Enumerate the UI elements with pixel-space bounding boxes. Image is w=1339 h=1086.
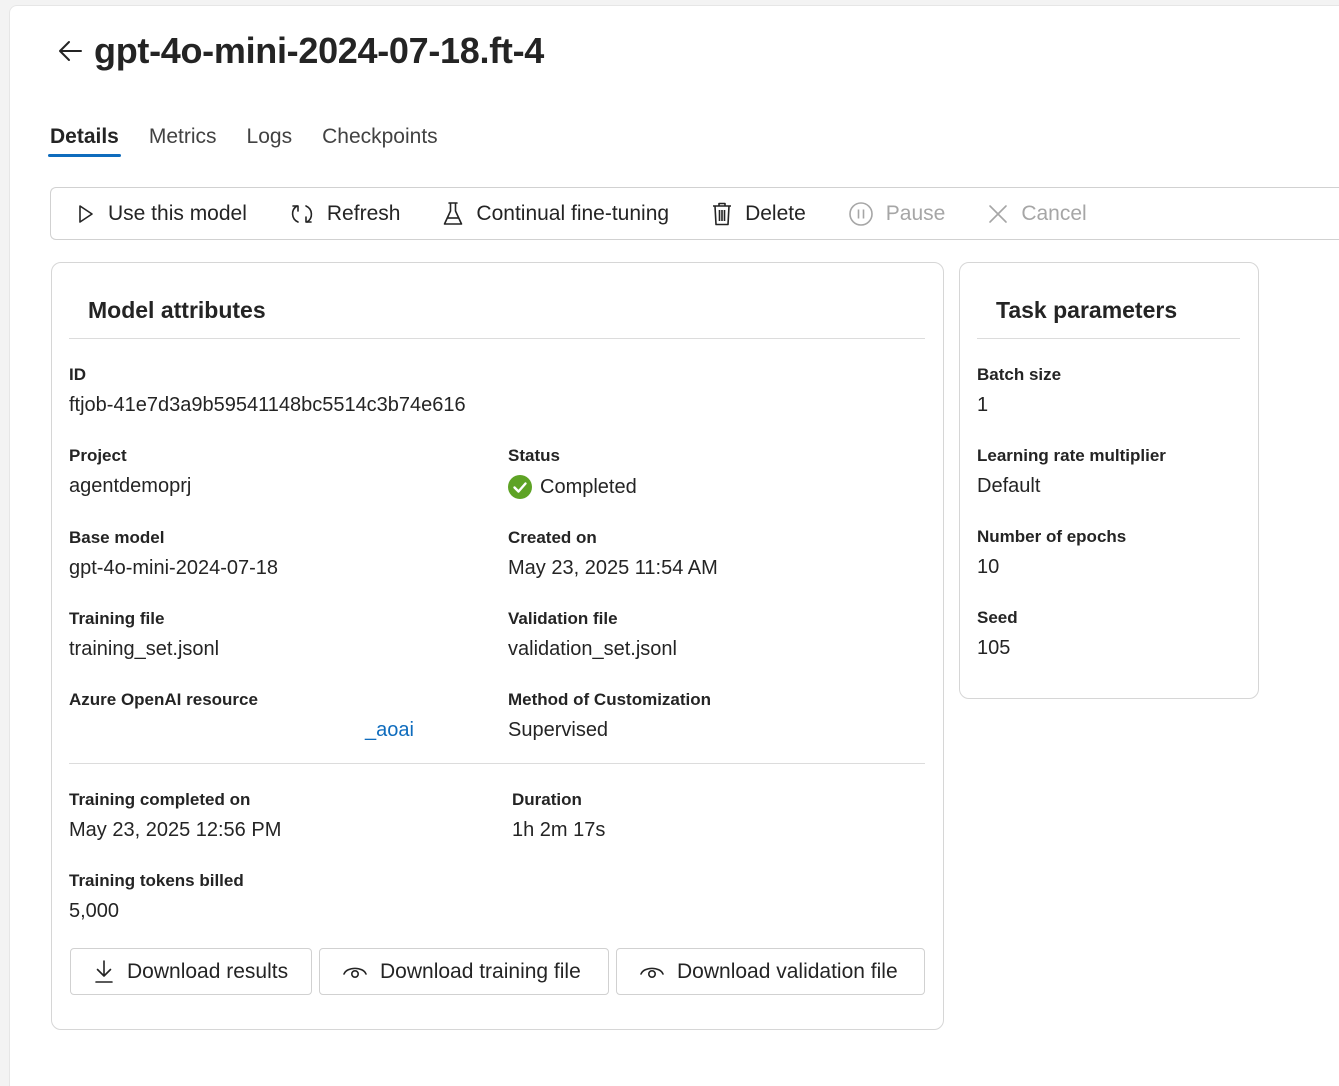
model-attributes-title: Model attributes [88,297,266,323]
refresh-button[interactable]: Refresh [289,201,401,227]
seed-label: Seed [977,608,1018,627]
batch-size-field: Batch size 1 [977,365,1061,417]
cancel-label: Cancel [1021,201,1087,225]
training-completed-field: Training completed on May 23, 2025 12:56… [69,790,281,842]
resource-value-row: _aoai [69,719,414,742]
training-completed-label: Training completed on [69,790,251,809]
base-model-field: Base model gpt-4o-mini-2024-07-18 [69,528,278,580]
page: gpt-4o-mini-2024-07-18.ft-4 Details Metr… [9,5,1339,1086]
status-text: Completed [540,475,637,498]
eye-icon [640,967,664,978]
download-training-file-button[interactable]: Download training file [319,948,609,995]
download-results-button[interactable]: Download results [70,948,312,995]
method-field: Method of Customization Supervised [508,690,711,742]
id-label: ID [69,365,86,384]
epochs-label: Number of epochs [977,527,1127,546]
duration-field: Duration 1h 2m 17s [512,790,605,842]
refresh-icon [291,204,313,223]
created-on-label: Created on [508,528,597,547]
id-field: ID ftjob-41e7d3a9b59541148bc5514c3b74e61… [69,365,466,417]
tokens-billed-value: 5,000 [69,900,120,922]
status-value: Completed [508,475,637,499]
base-model-value: gpt-4o-mini-2024-07-18 [69,557,279,579]
method-value: Supervised [508,719,609,741]
created-on-value: May 23, 2025 11:54 AM [508,557,718,579]
tab-list: Details Metrics Logs Checkpoints [48,122,466,157]
created-on-field: Created on May 23, 2025 11:54 AM [508,528,718,580]
training-completed-value: May 23, 2025 12:56 PM [69,819,282,841]
validation-file-value: validation_set.jsonl [508,638,677,660]
pause-label: Pause [885,201,946,225]
lr-multiplier-label: Learning rate multiplier [977,446,1166,465]
refresh-label: Refresh [326,201,401,225]
task-parameters-card: Task parameters Batch size 1 Learning ra… [959,262,1259,699]
download-validation-file-button[interactable]: Download validation file [616,948,925,995]
delete-button[interactable]: Delete [711,201,806,227]
page-header: gpt-4o-mini-2024-07-18.ft-4 [56,30,544,72]
validation-file-label: Validation file [508,609,618,628]
continual-fine-tuning-label: Continual fine-tuning [476,201,670,225]
pause-button[interactable]: Pause [848,201,946,227]
duration-label: Duration [512,790,582,809]
training-file-value: training_set.jsonl [69,638,220,660]
project-value: agentdemoprj [69,475,192,497]
eye-icon [343,967,367,978]
model-attributes-card: Model attributes ID ftjob-41e7d3a9b59541… [51,262,944,1030]
seed-value: 105 [977,637,1011,659]
project-field: Project agentdemoprj [69,446,191,498]
tokens-billed-field: Training tokens billed 5,000 [69,871,244,923]
continual-fine-tuning-button[interactable]: Continual fine-tuning [442,201,669,227]
method-label: Method of Customization [508,690,712,709]
resource-link[interactable]: _aoai [365,719,414,742]
task-parameters-title: Task parameters [996,297,1178,323]
status-field: Status Completed [508,446,637,499]
divider [977,338,1240,339]
divider [69,338,925,339]
download-training-file-label: Download training file [380,959,581,983]
resource-label: Azure OpenAI resource [69,690,258,709]
flask-icon [444,201,463,225]
delete-label: Delete [745,201,806,225]
training-file-field: Training file training_set.jsonl [69,609,219,661]
download-validation-file-label: Download validation file [677,959,898,983]
command-bar: Use this model Refresh Continual fine-tu… [50,187,1339,240]
lr-multiplier-field: Learning rate multiplier Default [977,446,1166,498]
close-icon [989,204,1008,223]
id-value: ftjob-41e7d3a9b59541148bc5514c3b74e616 [69,394,466,416]
cancel-button[interactable]: Cancel [987,201,1087,226]
training-file-label: Training file [69,609,165,628]
epochs-value: 10 [977,556,1000,578]
pause-icon [848,201,873,226]
page-title: gpt-4o-mini-2024-07-18.ft-4 [94,30,544,71]
duration-value: 1h 2m 17s [512,819,606,841]
project-label: Project [69,446,127,465]
use-this-model-label: Use this model [108,201,247,225]
lr-multiplier-value: Default [977,475,1041,497]
trash-icon [713,202,732,225]
tab-logs[interactable]: Logs [245,122,295,157]
tokens-billed-label: Training tokens billed [69,871,244,890]
play-icon [79,204,93,223]
status-label: Status [508,446,560,465]
base-model-label: Base model [69,528,165,547]
download-icon [95,959,113,983]
check-circle-icon [508,475,532,499]
download-results-label: Download results [127,959,289,983]
validation-file-field: Validation file validation_set.jsonl [508,609,677,661]
seed-field: Seed 105 [977,608,1018,660]
divider [69,763,925,764]
batch-size-value: 1 [977,394,989,416]
use-this-model-button[interactable]: Use this model [76,202,247,226]
epochs-field: Number of epochs 10 [977,527,1126,579]
tab-details[interactable]: Details [48,122,121,157]
resource-field: Azure OpenAI resource _aoai [69,690,414,742]
batch-size-label: Batch size [977,365,1062,384]
tab-checkpoints[interactable]: Checkpoints [320,122,440,157]
back-arrow-icon[interactable] [56,37,84,65]
tab-metrics[interactable]: Metrics [147,122,219,157]
